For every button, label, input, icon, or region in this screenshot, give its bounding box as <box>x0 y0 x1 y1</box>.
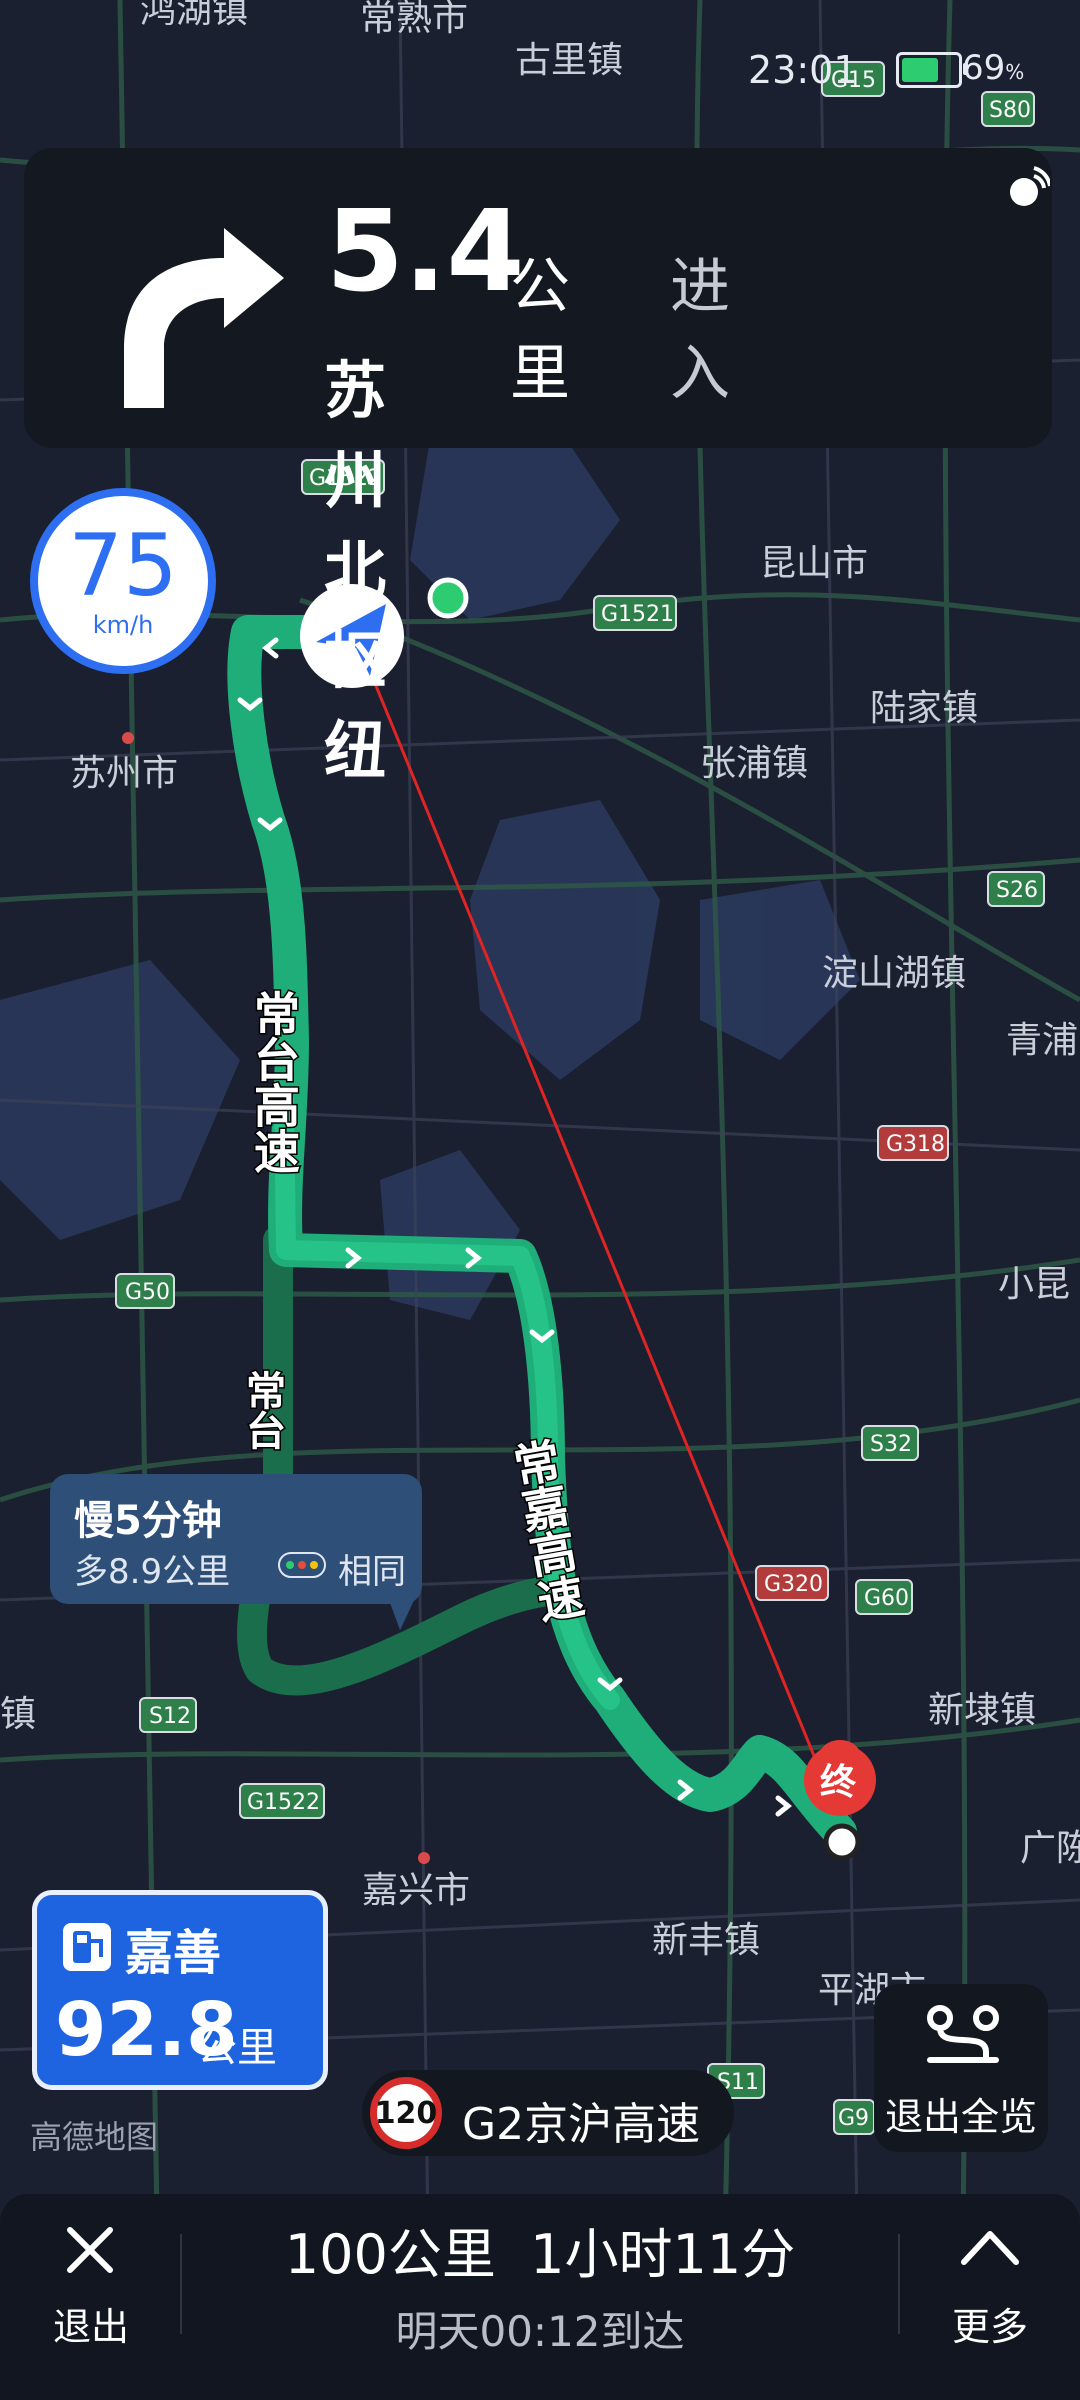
place-label: 广陈 <box>1020 1828 1080 1869</box>
place-label: 新丰镇 <box>652 1920 760 1961</box>
service-area-card[interactable]: 嘉善 92.8 公里 <box>32 1890 328 2090</box>
svg-text:S12: S12 <box>149 1704 191 1729</box>
distance-value: 5.4 <box>326 187 525 317</box>
arrival-time: 明天00:12到达 <box>395 2307 685 2356</box>
exit-navigation-button[interactable]: 退出 <box>36 2218 146 2368</box>
city-dot <box>122 732 134 744</box>
city-dot <box>418 1852 430 1864</box>
svg-text:常台高速: 常台高速 <box>247 990 301 1174</box>
exit-label: 退出 <box>52 2305 129 2349</box>
road-shield: G1521 <box>593 595 677 631</box>
place-label: 新埭镇 <box>928 1690 1036 1731</box>
place-label: 陆家镇 <box>870 688 978 729</box>
place-label: 鸿湖镇 <box>140 0 248 31</box>
place-label: 淀山湖镇 <box>822 953 966 994</box>
road-shield: G9 <box>833 2099 875 2135</box>
road-shield: G318 <box>877 1125 949 1161</box>
road-shield: S12 <box>139 1697 197 1733</box>
svg-text:G50: G50 <box>125 1280 170 1305</box>
speed-value: 75 <box>68 516 178 616</box>
svg-text:S80: S80 <box>989 98 1031 123</box>
road-shield: G60 <box>855 1579 913 1615</box>
current-road-pill: 120 G2京沪高速 <box>362 2070 734 2156</box>
svg-text:G1521: G1521 <box>601 602 674 627</box>
svg-text:G318: G318 <box>886 1132 945 1157</box>
exit-overview-button[interactable]: 退出全览 <box>874 1984 1048 2152</box>
map-watermark: 高德地图 <box>30 2118 159 2156</box>
origin-dot <box>427 577 469 619</box>
service-area-unit: 公里 <box>197 2025 277 2071</box>
more-button[interactable]: 更多 <box>930 2218 1050 2368</box>
svg-text:S32: S32 <box>870 1432 912 1457</box>
current-road-name: G2京沪高速 <box>462 2099 701 2150</box>
svg-text:S26: S26 <box>996 878 1038 903</box>
alt-route-traffic-status: 相同 <box>338 1552 406 1592</box>
close-icon <box>67 2227 113 2273</box>
chevron-up-icon <box>961 2231 1019 2265</box>
place-label: 古里镇 <box>515 40 623 81</box>
maneuver-action: 进入 <box>670 252 730 409</box>
route-overview-icon <box>927 2005 999 2063</box>
place-label: 嘉兴市 <box>362 1870 470 1911</box>
current-speed-badge: 75 km/h <box>30 488 216 674</box>
road-shield: S32 <box>861 1425 919 1461</box>
distance-unit: 公里 <box>510 252 570 409</box>
svg-text:终: 终 <box>820 1762 857 1803</box>
place-label: 镇 <box>0 1694 36 1735</box>
place-label: 小昆 <box>998 1264 1070 1305</box>
bottom-trip-bar: 退出 100公里 1小时11分 明天00:12到达 更多 <box>0 2194 1080 2400</box>
destination-marker[interactable]: 终 <box>804 1740 876 1861</box>
place-label: 张浦镇 <box>700 743 808 784</box>
svg-text:G320: G320 <box>764 1572 823 1597</box>
trip-summary[interactable]: 100公里 1小时11分 <box>182 2210 898 2289</box>
right-turn-arrow-icon <box>124 228 284 408</box>
battery-percent: 69% <box>962 48 1025 88</box>
more-label: 更多 <box>951 2305 1028 2349</box>
place-label: 常熟市 <box>360 0 468 39</box>
svg-text:G60: G60 <box>864 1586 909 1611</box>
exit-overview-label: 退出全览 <box>884 2095 1037 2139</box>
svg-text:G1522: G1522 <box>247 1790 320 1815</box>
alternative-route-bubble[interactable]: 慢5分钟 多8.9公里 相同 <box>50 1474 422 1604</box>
next-road-name: 苏州北枢纽 <box>324 354 387 787</box>
place-label: 苏州市 <box>70 753 178 794</box>
service-area-icon <box>63 1923 111 1971</box>
navigation-instruction-card[interactable]: 5.4 公里 进入 苏州北枢纽 <box>24 148 1052 787</box>
trip-distance: 100公里 <box>284 2223 496 2286</box>
battery-icon <box>896 52 968 88</box>
status-time: 23:01 <box>748 48 858 92</box>
road-shield: G1522 <box>239 1783 325 1819</box>
road-shield: S26 <box>987 871 1045 907</box>
speed-limit-sign: 120 <box>370 2077 442 2149</box>
road-shield: G50 <box>115 1273 175 1309</box>
road-shield: S80 <box>981 91 1035 127</box>
divider <box>898 2234 900 2334</box>
route-road-label-primary: 常台高速 <box>246 989 303 1176</box>
place-label: 昆山市 <box>760 543 868 584</box>
place-label: 青浦 <box>1006 1020 1078 1061</box>
traffic-light-icon <box>278 1552 326 1578</box>
service-area-name: 嘉善 <box>125 1925 222 1981</box>
route-road-label-alt: 常台 <box>238 1369 287 1452</box>
alt-route-distance-diff: 多8.9公里 <box>74 1552 231 1592</box>
speaker-icon[interactable] <box>1004 166 1050 212</box>
trip-time: 1小时11分 <box>530 2223 796 2286</box>
svg-text:G9: G9 <box>838 2106 869 2131</box>
road-shield: G320 <box>755 1565 829 1601</box>
speed-unit: km/h <box>92 611 154 639</box>
alt-route-time-diff: 慢5分钟 <box>74 1498 222 1544</box>
svg-text:常台: 常台 <box>239 1370 285 1450</box>
